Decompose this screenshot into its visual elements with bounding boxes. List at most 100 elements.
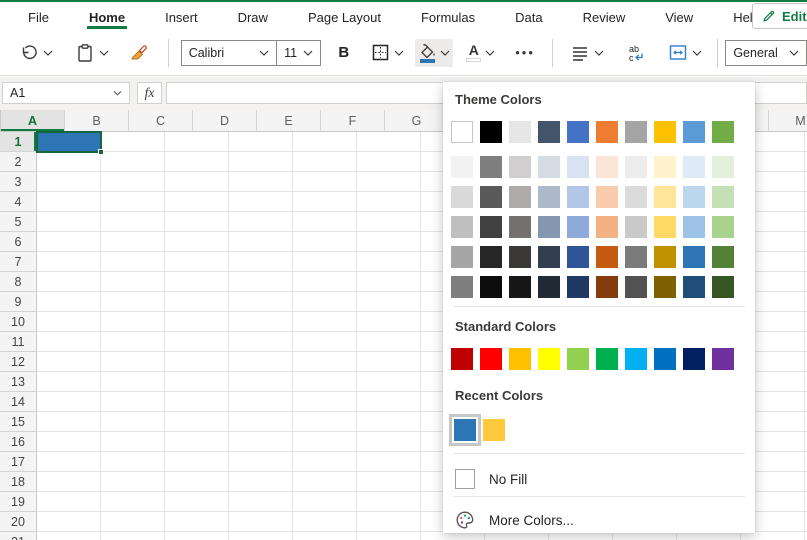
cell-B20[interactable] [101, 512, 165, 532]
theme-color-swatch[interactable] [480, 216, 502, 238]
theme-color-swatch[interactable] [538, 246, 560, 268]
cell-F21[interactable] [357, 532, 421, 540]
cell-F9[interactable] [357, 292, 421, 312]
row-header-17[interactable]: 17 [0, 452, 37, 472]
cell-E17[interactable] [293, 452, 357, 472]
font-name-select[interactable]: Calibri [181, 40, 277, 66]
cell-F16[interactable] [357, 432, 421, 452]
cell-B6[interactable] [101, 232, 165, 252]
theme-color-swatch[interactable] [625, 276, 647, 298]
font-color-button[interactable]: A [463, 39, 498, 66]
cell-A20[interactable] [37, 512, 101, 532]
cell-A16[interactable] [37, 432, 101, 452]
menu-tab-formulas[interactable]: Formulas [419, 4, 477, 29]
cell-F3[interactable] [357, 172, 421, 192]
cell-F5[interactable] [357, 212, 421, 232]
cell-E18[interactable] [293, 472, 357, 492]
cell-D15[interactable] [229, 412, 293, 432]
cell-A3[interactable] [37, 172, 101, 192]
theme-color-swatch[interactable] [596, 121, 618, 143]
cell-D17[interactable] [229, 452, 293, 472]
number-format-select[interactable]: General [725, 40, 807, 66]
theme-color-swatch[interactable] [509, 156, 531, 178]
theme-color-swatch[interactable] [451, 156, 473, 178]
cell-A4[interactable] [37, 192, 101, 212]
cell-D19[interactable] [229, 492, 293, 512]
cell-E11[interactable] [293, 332, 357, 352]
theme-color-swatch[interactable] [567, 121, 589, 143]
cell-A2[interactable] [37, 152, 101, 172]
cell-D2[interactable] [229, 152, 293, 172]
cell-E20[interactable] [293, 512, 357, 532]
format-painter-button[interactable] [126, 39, 154, 67]
cell-B13[interactable] [101, 372, 165, 392]
cell-B7[interactable] [101, 252, 165, 272]
cell-F19[interactable] [357, 492, 421, 512]
theme-color-swatch[interactable] [538, 186, 560, 208]
row-header-12[interactable]: 12 [0, 352, 37, 372]
cell-E8[interactable] [293, 272, 357, 292]
cell-A18[interactable] [37, 472, 101, 492]
cell-A15[interactable] [37, 412, 101, 432]
cell-E6[interactable] [293, 232, 357, 252]
theme-color-swatch[interactable] [596, 216, 618, 238]
theme-color-swatch[interactable] [567, 216, 589, 238]
cell-B9[interactable] [101, 292, 165, 312]
cell-D8[interactable] [229, 272, 293, 292]
column-header-M[interactable]: M [769, 110, 807, 132]
cell-B4[interactable] [101, 192, 165, 212]
theme-color-swatch[interactable] [538, 216, 560, 238]
row-header-9[interactable]: 9 [0, 292, 37, 312]
cell-B16[interactable] [101, 432, 165, 452]
cell-B8[interactable] [101, 272, 165, 292]
row-header-19[interactable]: 19 [0, 492, 37, 512]
menu-tab-home[interactable]: Home [87, 4, 127, 29]
standard-color-swatch[interactable] [683, 348, 705, 370]
menu-tab-insert[interactable]: Insert [163, 4, 200, 29]
row-header-11[interactable]: 11 [0, 332, 37, 352]
cell-E14[interactable] [293, 392, 357, 412]
cell-F10[interactable] [357, 312, 421, 332]
cell-C9[interactable] [165, 292, 229, 312]
cell-F8[interactable] [357, 272, 421, 292]
theme-color-swatch[interactable] [538, 276, 560, 298]
cell-D12[interactable] [229, 352, 293, 372]
theme-color-swatch[interactable] [683, 156, 705, 178]
theme-color-swatch[interactable] [509, 121, 531, 143]
cell-C15[interactable] [165, 412, 229, 432]
row-header-3[interactable]: 3 [0, 172, 37, 192]
fill-color-button[interactable] [415, 39, 453, 67]
cell-A11[interactable] [37, 332, 101, 352]
cell-B14[interactable] [101, 392, 165, 412]
cell-F2[interactable] [357, 152, 421, 172]
theme-color-swatch[interactable] [509, 186, 531, 208]
column-header-D[interactable]: D [193, 110, 257, 132]
cell-D9[interactable] [229, 292, 293, 312]
cell-A14[interactable] [37, 392, 101, 412]
theme-color-swatch[interactable] [712, 276, 734, 298]
cell-A12[interactable] [37, 352, 101, 372]
recent-color-swatch[interactable] [454, 419, 476, 441]
menu-tab-review[interactable]: Review [581, 4, 628, 29]
theme-color-swatch[interactable] [480, 186, 502, 208]
theme-color-swatch[interactable] [596, 186, 618, 208]
theme-color-swatch[interactable] [567, 156, 589, 178]
cell-D10[interactable] [229, 312, 293, 332]
cell-A19[interactable] [37, 492, 101, 512]
row-header-8[interactable]: 8 [0, 272, 37, 292]
theme-color-swatch[interactable] [683, 246, 705, 268]
theme-color-swatch[interactable] [567, 186, 589, 208]
cell-C11[interactable] [165, 332, 229, 352]
theme-color-swatch[interactable] [509, 276, 531, 298]
theme-color-swatch[interactable] [712, 216, 734, 238]
cell-H21[interactable] [485, 532, 549, 540]
bold-button[interactable]: B [335, 40, 352, 65]
theme-color-swatch[interactable] [654, 246, 676, 268]
menu-tab-page-layout[interactable]: Page Layout [306, 4, 383, 29]
theme-color-swatch[interactable] [567, 276, 589, 298]
theme-color-swatch[interactable] [567, 246, 589, 268]
cell-F4[interactable] [357, 192, 421, 212]
cell-C17[interactable] [165, 452, 229, 472]
theme-color-swatch[interactable] [683, 121, 705, 143]
column-header-C[interactable]: C [129, 110, 193, 132]
